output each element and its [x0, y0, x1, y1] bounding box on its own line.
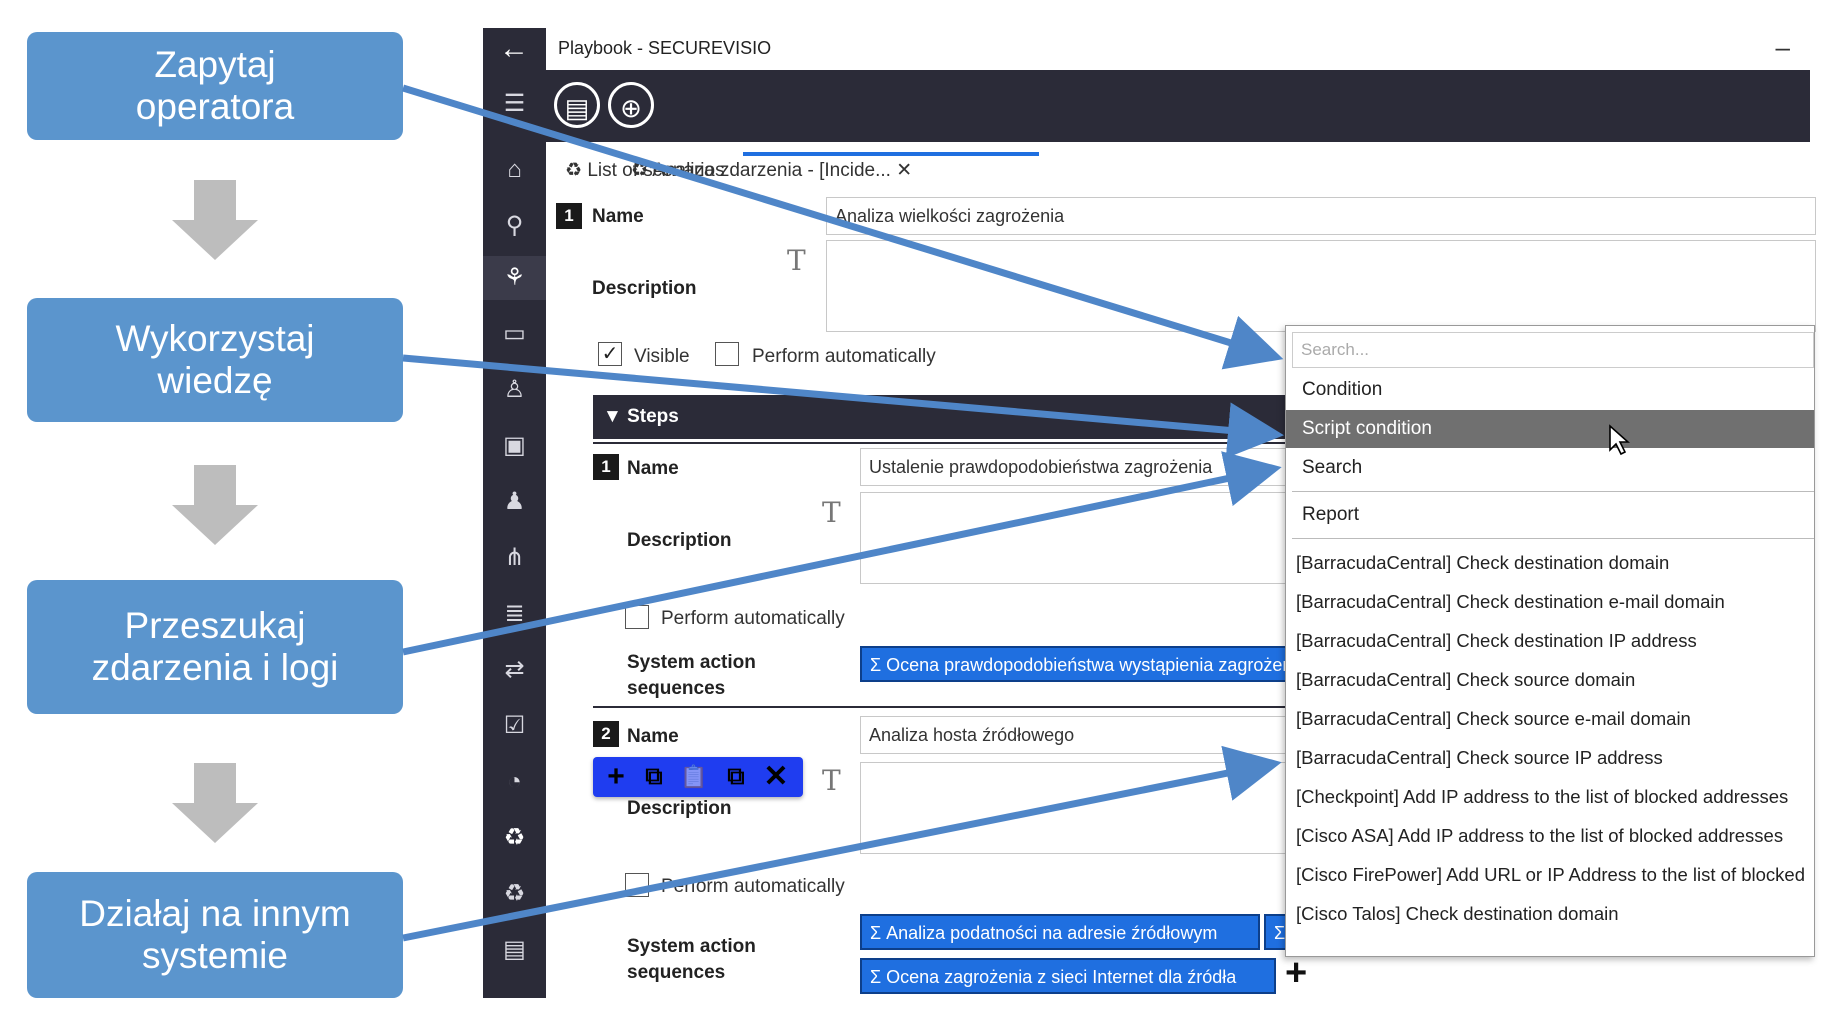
save-icon[interactable]: ▤ [554, 82, 600, 128]
visible-checkbox[interactable]: ✓ [598, 342, 622, 366]
step-perform-auto-checkbox[interactable] [625, 605, 649, 629]
description-label: Description [592, 278, 697, 299]
dropdown-item[interactable]: [BarracudaCentral] Check destination IP … [1286, 622, 1814, 660]
step-number: 2 [593, 721, 619, 747]
divider [593, 706, 1293, 708]
dropdown-item[interactable]: [Cisco ASA] Add IP address to the list o… [1286, 817, 1814, 855]
down-arrow-icon [172, 465, 258, 545]
step-description-label: Description [627, 530, 732, 551]
step-description-input[interactable] [860, 492, 1290, 584]
menu-icon[interactable]: ☰ [483, 82, 546, 126]
active-tab-indicator [743, 152, 1039, 156]
dropdown-item[interactable]: Search [1286, 449, 1814, 487]
down-arrow-icon [172, 763, 258, 843]
visible-label: Visible [634, 346, 690, 367]
dropdown-item[interactable]: [BarracudaCentral] Check source e-mail d… [1286, 700, 1814, 738]
list-alert-icon[interactable]: ≣ [483, 592, 546, 636]
scenario-name-input[interactable]: Analiza wielkości zagrożenia [826, 197, 1816, 235]
title-bar: Playbook - SECUREVISIO – [546, 28, 1810, 71]
monitor-icon[interactable]: ▭ [483, 312, 546, 356]
dropdown-item[interactable]: Condition [1286, 371, 1814, 409]
dropdown-item-selected[interactable]: Script condition [1286, 410, 1814, 448]
cycle-icon: ♻ [565, 160, 588, 181]
dropdown-search-input[interactable]: Search... [1292, 332, 1814, 368]
main-toolbar: ▤ ⊕ [546, 70, 1810, 142]
system-action-sequences-label: System action sequences [627, 652, 756, 699]
window-title: Playbook - SECUREVISIO [558, 38, 772, 58]
duplicate-icon[interactable]: ⧉ [719, 760, 753, 794]
copy-icon[interactable]: ⧉ [637, 760, 671, 794]
steps-header[interactable]: ▼ Steps [593, 395, 1293, 439]
dropdown-item[interactable]: [Cisco FirePower] Add URL or IP Address … [1286, 856, 1814, 894]
checkbox-icon[interactable]: ☑ [483, 704, 546, 748]
text-format-icon[interactable]: T [787, 244, 806, 277]
minimize-button[interactable]: – [1776, 32, 1790, 63]
mouse-cursor-icon [1609, 424, 1630, 456]
add-icon[interactable]: + [599, 760, 633, 794]
scenario-number: 1 [556, 203, 582, 229]
playbook-icon[interactable]: ♻ [483, 816, 546, 860]
dropdown-separator [1292, 538, 1814, 539]
cycle-icon[interactable]: ♻ [483, 872, 546, 916]
network-icon[interactable]: ⚘ [483, 256, 546, 300]
dropdown-item[interactable]: [Cisco Talos] Check destination domain [1286, 895, 1814, 933]
step-mini-toolbar: + ⧉ 📋 ⧉ ✕ [593, 757, 803, 797]
system-action-sequences-label: System action sequences [627, 936, 756, 983]
flow-step-act-other-system: Działaj na innym systemie [27, 872, 403, 998]
perform-auto-checkbox[interactable] [715, 342, 739, 366]
user-stats-icon[interactable]: ♟ [483, 480, 546, 524]
close-icon[interactable]: ✕ [896, 160, 912, 181]
triangle-down-icon: ▼ [603, 406, 622, 427]
tab-analiza-zdarzenia[interactable]: ♻ Analiza zdarzenia - [Incide... ✕ [631, 156, 912, 186]
text-format-icon[interactable]: T [822, 764, 841, 797]
delete-icon[interactable]: ✕ [759, 760, 793, 794]
book-icon[interactable]: ▤ [483, 928, 546, 972]
add-sequence-icon[interactable]: + [1285, 952, 1307, 995]
name-label: Name [592, 206, 644, 227]
dropdown-item[interactable]: [BarracudaCentral] Check destination e-m… [1286, 583, 1814, 621]
step-number: 1 [593, 454, 619, 480]
flow-step-search-events: Przeszukaj zdarzenia i logi [27, 580, 403, 714]
nav-rail: ← ☰ ⌂ ⚲ ⚘ ▭ ♙ ▣ ♟ ⋔ ≣ ⇄ ☑ ◔ ♻ ♻ ▤ [483, 28, 546, 998]
sequence-button[interactable]: Σ Analiza podatności na adresie źródłowy… [860, 914, 1260, 950]
step-name-input[interactable]: Ustalenie prawdopodobieństwa zagrożenia [860, 448, 1290, 486]
screen-icon[interactable]: ▣ [483, 424, 546, 468]
divider [593, 442, 1293, 444]
step-name-label: Name [627, 726, 679, 747]
perform-auto-label: Perform automatically [752, 346, 936, 367]
paste-icon[interactable]: 📋 [677, 760, 711, 794]
step-perform-auto-checkbox[interactable] [625, 873, 649, 897]
step-name-input[interactable]: Analiza hosta źródłowego [860, 716, 1290, 754]
sequence-button[interactable]: Σ Ocena zagrożenia z sieci Internet dla … [860, 958, 1276, 994]
step-description-label: Description [627, 798, 732, 819]
flow-step-use-knowledge: Wykorzystaj wiedzę [27, 298, 403, 422]
dropdown-item[interactable]: [BarracudaCentral] Check source domain [1286, 661, 1814, 699]
step-name-label: Name [627, 458, 679, 479]
add-circle-icon[interactable]: ⊕ [608, 82, 654, 128]
sequence-button[interactable]: Σ Ocena prawdopodobieństwa wystąpienia z… [860, 646, 1290, 682]
dropdown-item[interactable]: [Checkpoint] Add IP address to the list … [1286, 778, 1814, 816]
back-arrow-icon[interactable]: ← [495, 34, 533, 64]
scenario-description-input[interactable] [826, 240, 1816, 332]
hierarchy-icon[interactable]: ⋔ [483, 536, 546, 580]
step-perform-auto-label: Perform automatically [661, 876, 845, 897]
dropdown-item[interactable]: [BarracudaCentral] Check destination dom… [1286, 544, 1814, 582]
text-format-icon[interactable]: T [822, 496, 841, 529]
home-icon[interactable]: ⌂ [483, 148, 546, 192]
dial-icon[interactable]: ◔ [483, 760, 546, 804]
dropdown-item[interactable]: Report [1286, 496, 1814, 534]
search-icon[interactable]: ⚲ [483, 204, 546, 248]
flow-step-ask-operator: Zapytaj operatora [27, 32, 403, 140]
down-arrow-icon [172, 180, 258, 260]
user-icon[interactable]: ♙ [483, 368, 546, 412]
dropdown-separator [1292, 491, 1814, 492]
flow-icon[interactable]: ⇄ [483, 648, 546, 692]
action-dropdown: Search... Condition Script condition Sea… [1285, 325, 1815, 957]
dropdown-item[interactable]: [BarracudaCentral] Check source IP addre… [1286, 739, 1814, 777]
cycle-icon: ♻ [631, 160, 653, 181]
step-description-input[interactable] [860, 762, 1290, 854]
step-perform-auto-label: Perform automatically [661, 608, 845, 629]
